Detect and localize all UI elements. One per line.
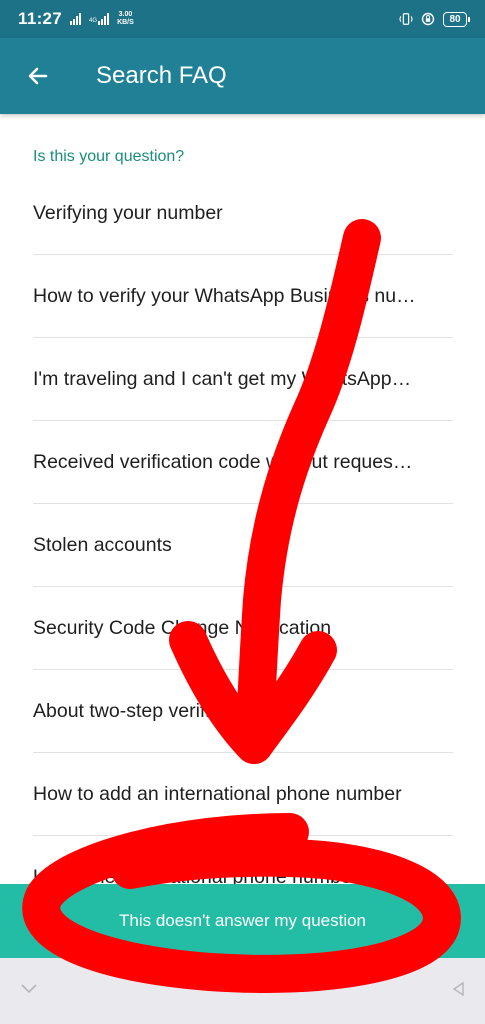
nav-back-icon[interactable] xyxy=(451,981,465,1002)
network-speed: 3.00 KB/S xyxy=(117,11,134,27)
rotation-lock-icon xyxy=(421,12,435,26)
app-bar: Search FAQ xyxy=(0,38,485,114)
signal-strength-icon-2 xyxy=(98,13,110,25)
faq-item[interactable]: How to verify your WhatsApp Business nu… xyxy=(33,255,453,338)
signal-strength-icon xyxy=(70,13,82,25)
faq-item[interactable]: About two-step verification xyxy=(33,670,453,753)
chevron-down-icon[interactable] xyxy=(20,982,38,1000)
status-bar: 11:27 4G 3.00 KB/S 80 xyxy=(0,0,485,38)
faq-item[interactable]: How to add an international phone number xyxy=(33,753,453,836)
doesnt-answer-button[interactable]: This doesn't answer my question xyxy=(0,884,485,958)
network-type: 4G xyxy=(89,18,98,24)
faq-item[interactable]: Security Code Change Notification xyxy=(33,587,453,670)
arrow-left-icon xyxy=(28,67,48,85)
page-title: Search FAQ xyxy=(96,62,227,89)
faq-item[interactable]: Stolen accounts xyxy=(33,504,453,587)
system-nav-bar xyxy=(0,958,485,1024)
battery-indicator: 80 xyxy=(443,11,470,27)
network-speed-value: 3.00 xyxy=(118,11,133,18)
back-button[interactable] xyxy=(0,38,76,114)
status-time: 11:27 xyxy=(18,9,63,28)
network-speed-unit: KB/S xyxy=(117,19,134,26)
vibrate-icon xyxy=(399,12,413,26)
faq-item[interactable]: I'm traveling and I can't get my WhatsAp… xyxy=(33,338,453,421)
faq-item[interactable]: Verifying your number xyxy=(33,172,453,255)
faq-item[interactable]: Received verification code without reque… xyxy=(33,421,453,504)
section-label: Is this your question? xyxy=(33,148,185,165)
doesnt-answer-label: This doesn't answer my question xyxy=(118,911,367,930)
